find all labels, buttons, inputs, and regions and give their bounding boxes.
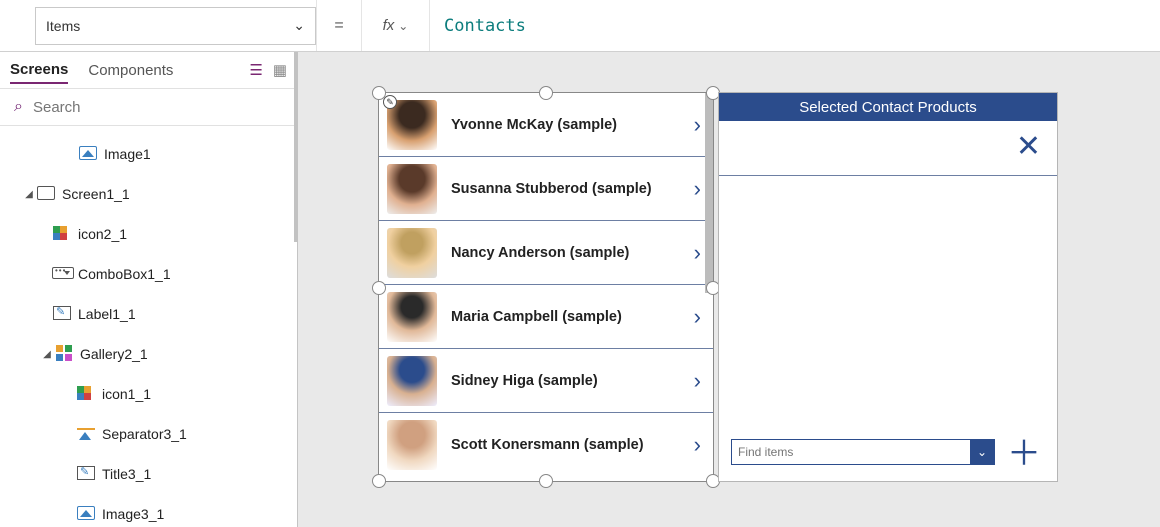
design-canvas[interactable]: Yvonne McKay (sample) › Susanna Stubbero… (298, 52, 1160, 527)
caret-down-icon[interactable]: ◢ (22, 189, 36, 200)
avatar (387, 356, 437, 406)
chevron-right-icon[interactable]: › (694, 432, 705, 458)
contact-name: Scott Konersmann (sample) (437, 437, 694, 453)
tree-node-label: icon1_1 (102, 386, 151, 402)
gallery-icon (56, 345, 72, 361)
close-icon[interactable]: ✕ (1016, 129, 1041, 164)
tree-node-separator3[interactable]: Separator3_1 (0, 414, 297, 454)
tree-node-gallery2[interactable]: ◢ Gallery2_1 (0, 334, 297, 374)
tab-screens[interactable]: Screens (10, 57, 68, 84)
icon-control-icon (77, 386, 95, 400)
divider (719, 175, 1057, 176)
tree-node-icon2[interactable]: icon2_1 (0, 214, 297, 254)
avatar (387, 292, 437, 342)
tree-node-label: Image3_1 (102, 506, 164, 522)
tree-node-label: Gallery2_1 (80, 346, 148, 362)
equals-label: = (316, 0, 362, 51)
combobox-icon (52, 267, 74, 279)
formula-bar: Items ⌄ = fx ⌄ Contacts (0, 0, 1160, 52)
gallery-control[interactable]: Yvonne McKay (sample) › Susanna Stubbero… (378, 92, 714, 482)
gallery-item[interactable]: Nancy Anderson (sample) › (379, 221, 713, 285)
separator-icon (77, 426, 95, 440)
grid-view-icon[interactable]: ▦ (273, 61, 287, 79)
tab-components[interactable]: Components (88, 58, 173, 83)
chevron-right-icon[interactable]: › (694, 112, 705, 138)
gallery-item[interactable]: Susanna Stubberod (sample) › (379, 157, 713, 221)
chevron-down-icon[interactable]: ⌄ (970, 440, 994, 464)
tree-node-label: Separator3_1 (102, 426, 187, 442)
image-icon (77, 506, 95, 520)
gallery-item[interactable]: Scott Konersmann (sample) › (379, 413, 713, 477)
contact-name: Susanna Stubberod (sample) (437, 181, 694, 197)
property-dropdown[interactable]: Items ⌄ (35, 7, 316, 45)
tree-node-label: Image1 (104, 146, 151, 162)
tree-node-label: Title3_1 (102, 466, 151, 482)
fx-dropdown[interactable]: fx ⌄ (362, 0, 430, 51)
panel-header: Selected Contact Products (719, 93, 1057, 121)
property-dropdown-label: Items (46, 18, 80, 34)
chevron-right-icon[interactable]: › (694, 176, 705, 202)
chevron-down-icon: ⌄ (398, 19, 408, 33)
image-icon (79, 146, 97, 160)
contact-name: Yvonne McKay (sample) (437, 117, 694, 133)
tree-search-input[interactable] (33, 99, 283, 116)
find-items-input[interactable] (732, 445, 970, 459)
contact-name: Sidney Higa (sample) (437, 373, 694, 389)
scrollbar[interactable] (705, 93, 713, 293)
gallery-item[interactable]: Yvonne McKay (sample) › (379, 93, 713, 157)
icon-control-icon (53, 226, 71, 240)
find-items-combobox[interactable]: ⌄ (731, 439, 995, 465)
caret-down-icon[interactable]: ◢ (40, 349, 54, 360)
tree-node-label: icon2_1 (78, 226, 127, 242)
tree-node-icon1[interactable]: icon1_1 (0, 374, 297, 414)
add-icon[interactable]: ＋ (1007, 437, 1041, 471)
tree-node-image1[interactable]: Image1 (0, 134, 297, 174)
tree-node-label: Label1_1 (78, 306, 136, 322)
fx-icon: fx (383, 17, 395, 34)
search-icon: ⌕ (14, 98, 23, 116)
tree-node-title3[interactable]: Title3_1 (0, 454, 297, 494)
gallery-item[interactable]: Sidney Higa (sample) › (379, 349, 713, 413)
label-icon (53, 306, 71, 320)
tree-node-screen1[interactable]: ◢ Screen1_1 (0, 174, 297, 214)
tree-node-label1[interactable]: Label1_1 (0, 294, 297, 334)
tree-node-label: ComboBox1_1 (78, 266, 171, 282)
formula-input[interactable]: Contacts (430, 0, 1160, 51)
avatar (387, 100, 437, 150)
chevron-right-icon[interactable]: › (694, 368, 705, 394)
tree-node-image3[interactable]: Image3_1 (0, 494, 297, 527)
contact-name: Maria Campbell (sample) (437, 309, 694, 325)
contact-name: Nancy Anderson (sample) (437, 245, 694, 261)
gallery-item[interactable]: Maria Campbell (sample) › (379, 285, 713, 349)
avatar (387, 420, 437, 470)
chevron-down-icon: ⌄ (293, 17, 305, 34)
tree-panel: Screens Components ☰ ▦ ⌕ Image1 ◢ Screen… (0, 52, 298, 527)
chevron-right-icon[interactable]: › (694, 304, 705, 330)
avatar (387, 228, 437, 278)
tree-node-label: Screen1_1 (62, 186, 130, 202)
screen-icon (37, 186, 55, 200)
selected-products-panel: Selected Contact Products ✕ ⌄ ＋ (718, 92, 1058, 482)
tree-node-combobox1[interactable]: ComboBox1_1 (0, 254, 297, 294)
tree-options-icon[interactable]: ☰ (249, 61, 262, 79)
chevron-right-icon[interactable]: › (694, 240, 705, 266)
label-icon (77, 466, 95, 480)
avatar (387, 164, 437, 214)
property-dropdown-wrap: Items ⌄ (0, 0, 316, 51)
